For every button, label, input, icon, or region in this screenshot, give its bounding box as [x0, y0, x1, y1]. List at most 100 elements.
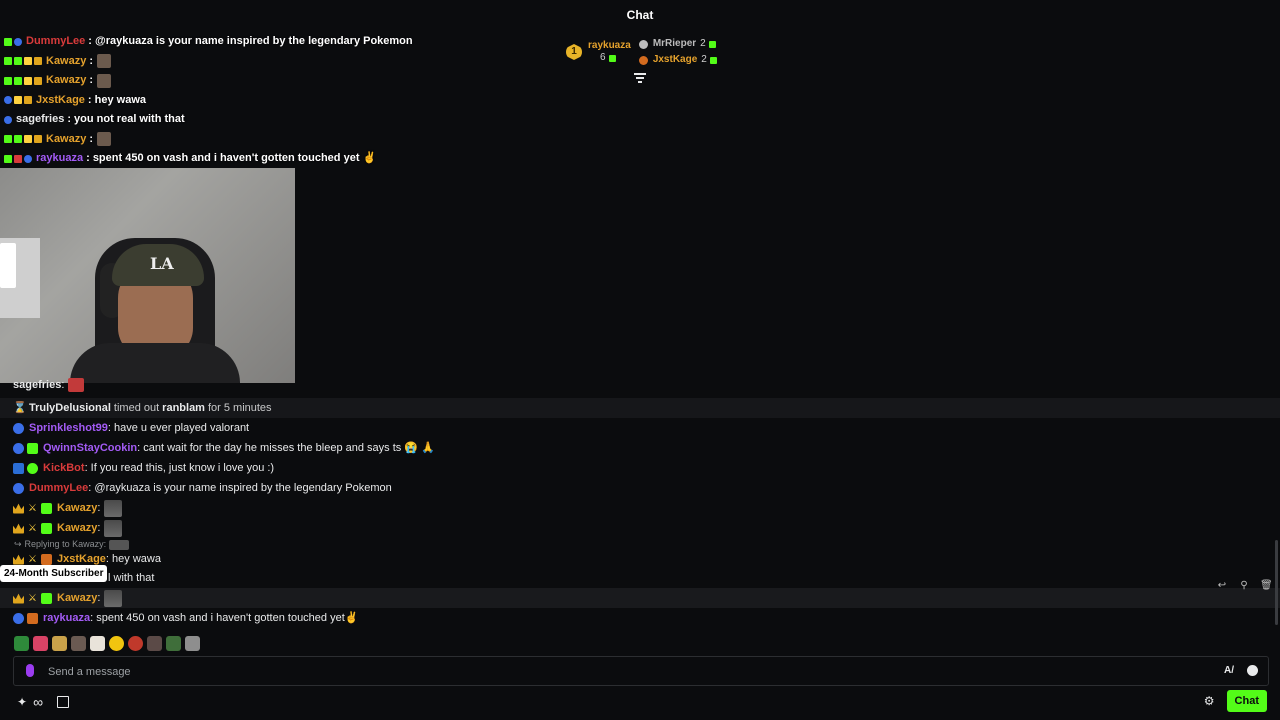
emote-icon[interactable]	[14, 635, 29, 651]
gift-badge-icon	[27, 442, 38, 454]
emote-icon	[97, 73, 112, 88]
chat-message[interactable]: l with that	[0, 568, 1280, 588]
message-input[interactable]	[46, 657, 1200, 687]
chat-message[interactable]: QwinnStayCookin : cant wait for the day …	[0, 438, 1280, 458]
translate-icon[interactable]: A/	[1224, 665, 1234, 676]
chat-message[interactable]: sagefries :	[0, 378, 1280, 392]
chat-message[interactable]: ⚔ Kawazy :	[0, 518, 1280, 538]
message-text: : hey wawa	[105, 553, 161, 565]
action-text: timed out	[113, 402, 160, 414]
verified-badge-icon	[13, 422, 24, 434]
filter-icon[interactable]	[634, 73, 646, 83]
emote-icon	[104, 499, 123, 517]
message-text: : @raykuaza is your name inspired by the…	[88, 482, 392, 494]
gift-badge-icon	[14, 76, 22, 85]
gear-icon[interactable]: ⚙	[1204, 694, 1215, 708]
leaderboard-second[interactable]: MrRieper 2	[638, 36, 717, 52]
verified-badge-icon	[13, 442, 24, 454]
emote-icon[interactable]	[166, 635, 181, 651]
message-text: :	[89, 132, 94, 145]
username[interactable]: Sprinkleshot99	[29, 418, 108, 438]
leaderboard-username: MrRieper	[652, 38, 697, 49]
emote-icon[interactable]	[109, 635, 124, 651]
overlay-line: JxstKage : hey wawa	[0, 91, 560, 111]
emote-icon[interactable]	[52, 635, 67, 651]
emote-icon[interactable]	[90, 635, 105, 651]
sword-badge-icon	[14, 96, 22, 105]
gift-icon	[709, 56, 717, 64]
emote-icon[interactable]	[33, 635, 48, 651]
chat-message[interactable]: ⚔ Kawazy :	[0, 498, 1280, 518]
moderator-name[interactable]: TrulyDelusional	[29, 398, 111, 418]
badge-tooltip: 24-Month Subscriber	[0, 565, 108, 582]
gift-badge-icon[interactable]	[41, 592, 52, 604]
chat-scrollbar[interactable]	[1275, 540, 1278, 625]
emote-icon[interactable]	[128, 635, 143, 651]
emote-icon[interactable]	[71, 635, 86, 651]
username[interactable]: KickBot	[43, 458, 85, 478]
message-text: :	[97, 592, 101, 604]
duration-text: for 5 minutes	[207, 402, 272, 414]
gift-badge-icon	[41, 502, 52, 514]
message-text: :	[97, 522, 101, 534]
store-icon[interactable]	[57, 696, 70, 708]
quick-emote-bar	[14, 635, 200, 651]
overlay-line: Kawazy :	[0, 130, 560, 150]
pin-icon[interactable]: ⚲	[1238, 580, 1250, 592]
verified-badge-icon	[14, 37, 22, 46]
chat-send-button[interactable]: Chat	[1226, 690, 1267, 712]
leaderboard-third[interactable]: JxstKage 2	[638, 52, 717, 68]
crown-badge-icon[interactable]	[13, 593, 24, 604]
target-name[interactable]: ranblam	[162, 398, 205, 418]
username[interactable]: sagefries	[13, 378, 61, 392]
emote-icon	[97, 132, 112, 147]
sword-badge-icon: ⚔	[28, 522, 37, 534]
username[interactable]: Kawazy	[57, 588, 97, 608]
microphone-icon[interactable]	[26, 664, 34, 677]
username[interactable]: Kawazy	[57, 518, 97, 538]
og-badge-icon	[14, 154, 22, 163]
emote-icon	[104, 519, 123, 537]
message-text: : have u ever played valorant	[107, 422, 250, 434]
message-actions: ↩ ⚲ 🗑	[1216, 580, 1273, 592]
leaderboard-first[interactable]: 1 raykuaza 6 MrRieper 2 JxstKage 2	[566, 38, 746, 65]
points-icon[interactable]: ✦	[17, 695, 27, 709]
username: raykuaza	[36, 152, 84, 164]
chat-list: sagefries : ⌛ TrulyDelusional timed out …	[0, 378, 1280, 628]
username[interactable]: Kawazy	[57, 498, 97, 518]
leaderboard-count: 2	[701, 54, 707, 65]
second-place-medal-icon	[638, 39, 648, 49]
gift-badge-icon	[14, 57, 22, 66]
chat-message[interactable]: KickBot : If you read this, just know i …	[0, 458, 1280, 478]
username[interactable]: DummyLee	[29, 478, 88, 498]
chat-message[interactable]: raykuaza : spent 450 on vash and i haven…	[0, 608, 1280, 628]
message-text: : spent 450 on vash and i haven't gotten…	[90, 612, 359, 624]
emote-icon[interactable]	[185, 635, 200, 651]
chat-message[interactable]: DummyLee : @raykuaza is your name inspir…	[0, 478, 1280, 498]
crown-badge-icon	[13, 503, 24, 514]
gift-badge-icon	[14, 135, 22, 144]
infinity-icon[interactable]: ∞	[33, 694, 43, 710]
sub-badge-icon	[4, 154, 12, 163]
emote-icon[interactable]	[147, 635, 162, 651]
username[interactable]: raykuaza	[43, 608, 90, 628]
message-text: :	[89, 54, 94, 67]
sub-badge-icon	[4, 37, 12, 46]
crown-badge-icon	[34, 135, 42, 144]
delete-icon[interactable]: 🗑	[1260, 580, 1273, 592]
emoji-icon[interactable]	[1247, 665, 1258, 676]
chat-message[interactable]: ⚔ Kawazy :	[0, 588, 1280, 608]
sub-badge-icon	[4, 57, 12, 66]
chat-message[interactable]: ⚔ JxstKage : hey wawa	[0, 550, 1280, 568]
message-text: :	[97, 502, 101, 514]
third-place-medal-icon	[638, 55, 648, 65]
emote-icon	[109, 539, 130, 550]
crown-badge-icon	[34, 57, 42, 66]
reply-icon[interactable]: ↩	[1216, 580, 1228, 592]
chat-message[interactable]: Sprinkleshot99 : have u ever played valo…	[0, 418, 1280, 438]
reply-context[interactable]: ↪ Replying to Kawazy:	[0, 539, 1280, 550]
sword-badge-icon[interactable]: ⚔	[27, 593, 38, 604]
username[interactable]: QwinnStayCookin	[43, 438, 137, 458]
hourglass-icon: ⌛	[13, 401, 27, 414]
overlay-line: Kawazy :	[0, 52, 560, 72]
